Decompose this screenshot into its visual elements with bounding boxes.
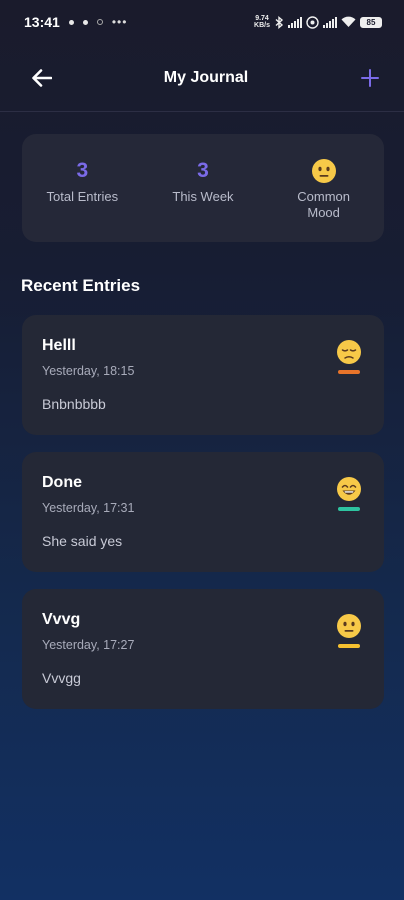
signal-icon	[323, 16, 337, 28]
total-entries-label: Total Entries	[46, 189, 119, 204]
notification-dot-icon	[82, 19, 88, 25]
stat-this-week: 3 This Week	[148, 158, 258, 205]
section-title-recent-entries: Recent Entries	[21, 276, 141, 295]
entry-date: Yesterday, 18:15	[42, 364, 135, 378]
stat-total-entries: 3 Total Entries	[27, 158, 137, 205]
entry-body: Bnbnbbbb	[42, 396, 106, 412]
status-bar: 13:41 ••• 9.74 KB/s 85	[0, 0, 404, 44]
wifi-icon	[341, 16, 356, 27]
entry-mood	[336, 613, 362, 648]
entry-card[interactable]: Helll Yesterday, 18:15 Bnbnbbbb	[22, 315, 384, 435]
entry-body: Vvvgg	[42, 670, 81, 686]
mood-indicator-bar	[338, 507, 360, 511]
entry-date: Yesterday, 17:27	[42, 638, 135, 652]
entry-title: Done	[42, 474, 82, 491]
add-entry-button[interactable]	[358, 66, 382, 90]
more-notifications-icon: •••	[111, 15, 128, 29]
notification-dot-icon	[68, 19, 74, 25]
page-title: My Journal	[163, 68, 249, 86]
entry-title: Helll	[42, 337, 76, 354]
entry-date: Yesterday, 17:31	[42, 501, 135, 515]
network-speed-value: 9.74	[255, 15, 269, 22]
network-speed-unit: KB/s	[254, 22, 270, 29]
bluetooth-icon	[275, 15, 284, 29]
common-mood-label: Common Mood	[297, 189, 351, 220]
mood-indicator-bar	[338, 644, 360, 648]
plus-icon	[361, 68, 379, 87]
status-right: 9.74 KB/s 85	[254, 15, 382, 29]
signal-icon	[288, 16, 302, 28]
neutral-face-icon	[311, 159, 336, 183]
common-mood-value	[311, 158, 337, 184]
neutral-face-icon	[337, 614, 361, 638]
mood-indicator-bar	[338, 370, 360, 374]
status-time: 13:41	[24, 14, 60, 30]
back-button[interactable]	[30, 66, 54, 90]
battery-icon: 85	[360, 16, 382, 28]
app-bar: My Journal	[0, 44, 404, 112]
grinning-face-icon	[337, 477, 361, 501]
entry-card[interactable]: Vvvg Yesterday, 17:27 Vvvgg	[22, 589, 384, 709]
entry-mood	[336, 476, 362, 511]
total-entries-value: 3	[76, 159, 89, 182]
arrow-left-icon	[32, 68, 52, 87]
network-speed: 9.74 KB/s	[254, 15, 270, 29]
stats-card: 3 Total Entries 3 This Week Common Mood	[22, 134, 384, 242]
notification-ring-icon	[96, 19, 103, 25]
entry-title: Vvvg	[42, 611, 81, 628]
entry-card[interactable]: Done Yesterday, 17:31 She said yes	[22, 452, 384, 572]
sad-face-icon	[337, 340, 361, 364]
status-left: 13:41 •••	[24, 14, 127, 30]
entry-body: She said yes	[42, 533, 123, 549]
this-week-value: 3	[197, 159, 209, 182]
this-week-label: This Week	[172, 189, 234, 204]
hotspot-icon	[306, 15, 319, 29]
entry-mood	[336, 339, 362, 374]
stat-common-mood: Common Mood	[269, 158, 379, 221]
